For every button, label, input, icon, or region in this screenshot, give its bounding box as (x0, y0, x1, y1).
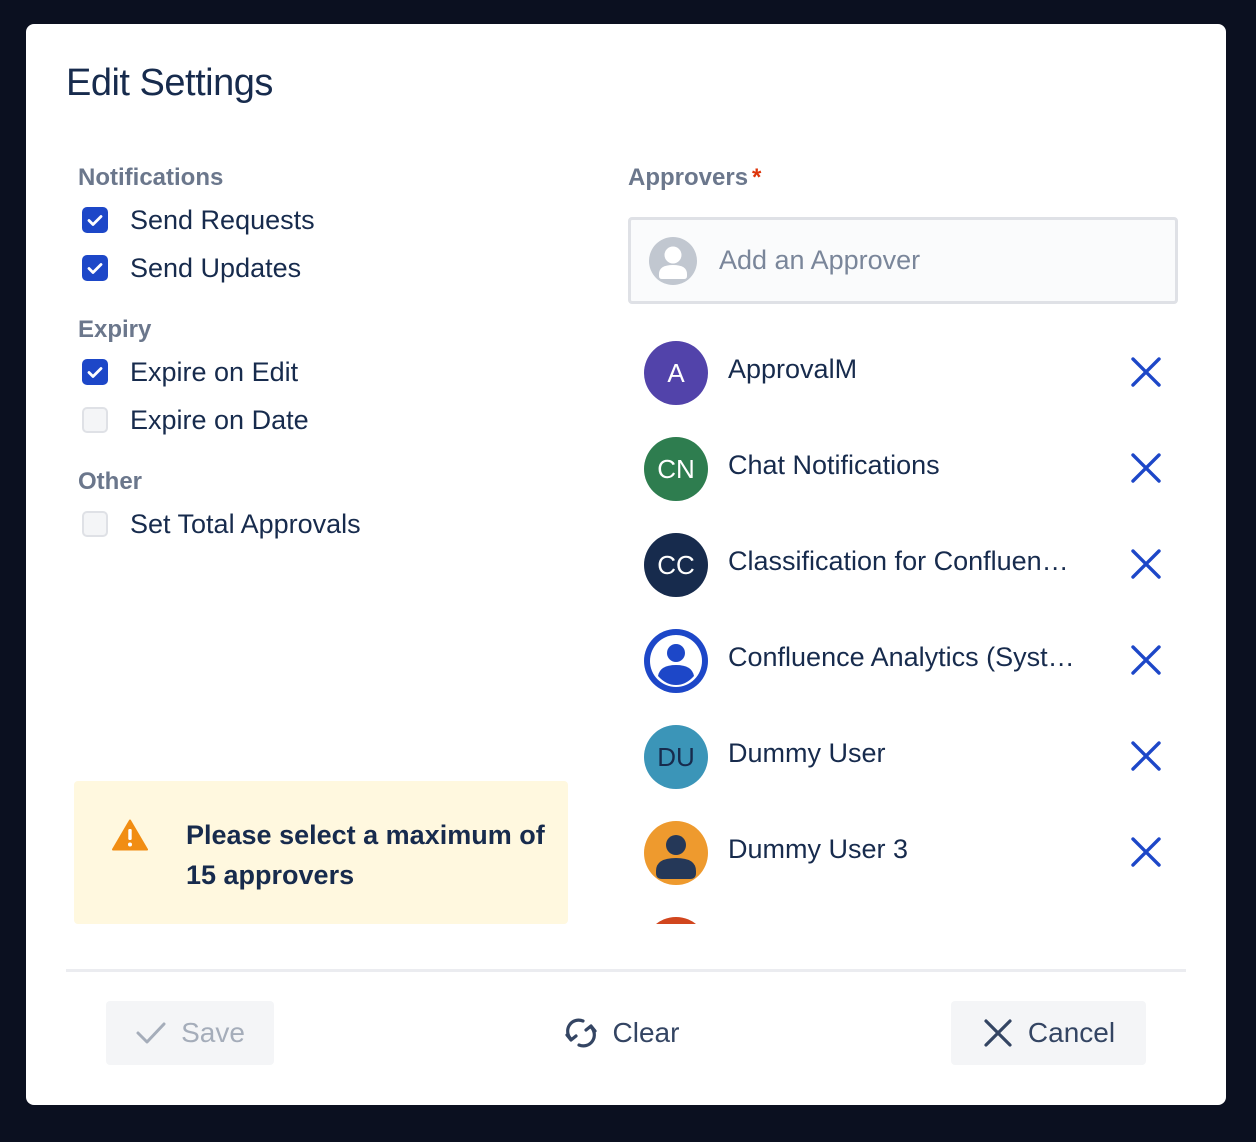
checkbox-unchecked-icon[interactable] (82, 407, 108, 433)
refresh-icon (564, 1018, 597, 1048)
approver-row: Dummy User 3 (628, 804, 1188, 900)
approver-row: A ApprovalM (628, 324, 1188, 420)
warning-text: Please select a maximum of 15 approvers (186, 820, 545, 890)
save-label: Save (181, 1017, 245, 1048)
avatar (644, 917, 708, 924)
add-approver-placeholder: Add an Approver (719, 245, 921, 275)
max-approvers-warning: Please select a maximum of 15 approvers (74, 781, 568, 924)
checkbox-checked-icon[interactable] (82, 207, 108, 233)
approver-name: Confluence Analytics (Syst… (728, 642, 1075, 672)
approver-name: Chat Notifications (728, 450, 940, 480)
checkbox-checked-icon[interactable] (82, 359, 108, 385)
check-icon (136, 1022, 166, 1044)
set-total-approvals-checkbox[interactable]: Set Total Approvals (82, 506, 361, 542)
expire-on-edit-label: Expire on Edit (130, 356, 299, 387)
expire-on-date-checkbox[interactable]: Expire on Date (82, 402, 309, 438)
send-requests-checkbox[interactable]: Send Requests (82, 202, 315, 238)
approvers-label: Approvers * (628, 164, 761, 192)
remove-approver-icon[interactable] (1128, 738, 1164, 774)
approver-name: Dummy User 3 (728, 834, 909, 864)
clear-button[interactable]: Clear (546, 1001, 696, 1065)
approver-list[interactable]: A ApprovalM CN Chat Notifications CC Cla… (628, 324, 1188, 924)
cancel-label: Cancel (1027, 1017, 1116, 1048)
approver-row: CN Chat Notifications (628, 420, 1188, 516)
set-total-approvals-label: Set Total Approvals (130, 508, 361, 539)
approver-name: Dummy User (728, 738, 886, 768)
avatar: DU (644, 725, 708, 789)
user-icon (656, 835, 696, 879)
send-requests-label: Send Requests (130, 204, 315, 235)
edit-settings-dialog: Edit Settings Notifications Send Request… (26, 24, 1226, 1105)
save-button[interactable]: Save (106, 1001, 274, 1065)
avatar: CN (644, 437, 708, 501)
other-label: Other (78, 468, 143, 495)
add-approver-input[interactable]: Add an Approver (628, 217, 1178, 304)
user-placeholder-icon (649, 236, 697, 285)
checkbox-unchecked-icon[interactable] (82, 511, 108, 537)
user-icon (650, 635, 702, 687)
footer-divider (66, 969, 1186, 972)
approver-row: CC Classification for Confluen… (628, 516, 1188, 612)
expiry-label: Expiry (78, 316, 152, 343)
avatar (644, 821, 708, 885)
approver-row: DU Dummy User (628, 708, 1188, 804)
approver-name: Classification for Confluen… (728, 546, 1069, 576)
expire-on-date-label: Expire on Date (130, 404, 309, 435)
remove-approver-icon[interactable] (1128, 546, 1164, 582)
send-updates-label: Send Updates (130, 252, 302, 283)
approver-row (628, 900, 1188, 924)
cancel-button[interactable]: Cancel (951, 1001, 1146, 1065)
approver-name: ApprovalM (728, 354, 858, 384)
notifications-label: Notifications (78, 164, 224, 191)
remove-approver-icon[interactable] (1128, 354, 1164, 390)
send-updates-checkbox[interactable]: Send Updates (82, 250, 301, 286)
approvers-label-text: Approvers (628, 164, 749, 191)
checkbox-checked-icon[interactable] (82, 255, 108, 281)
avatar: A (644, 341, 708, 405)
avatar: CC (644, 533, 708, 597)
clear-label: Clear (612, 1017, 680, 1048)
remove-approver-icon[interactable] (1128, 642, 1164, 678)
dialog-title: Edit Settings (66, 62, 273, 104)
close-icon (984, 1019, 1012, 1047)
remove-approver-icon[interactable] (1128, 450, 1164, 486)
remove-approver-icon[interactable] (1128, 834, 1164, 870)
approver-row: Confluence Analytics (Syst… (628, 612, 1188, 708)
warning-icon (112, 819, 148, 851)
required-marker: * (752, 164, 762, 191)
expire-on-edit-checkbox[interactable]: Expire on Edit (82, 354, 298, 390)
avatar (644, 629, 708, 693)
